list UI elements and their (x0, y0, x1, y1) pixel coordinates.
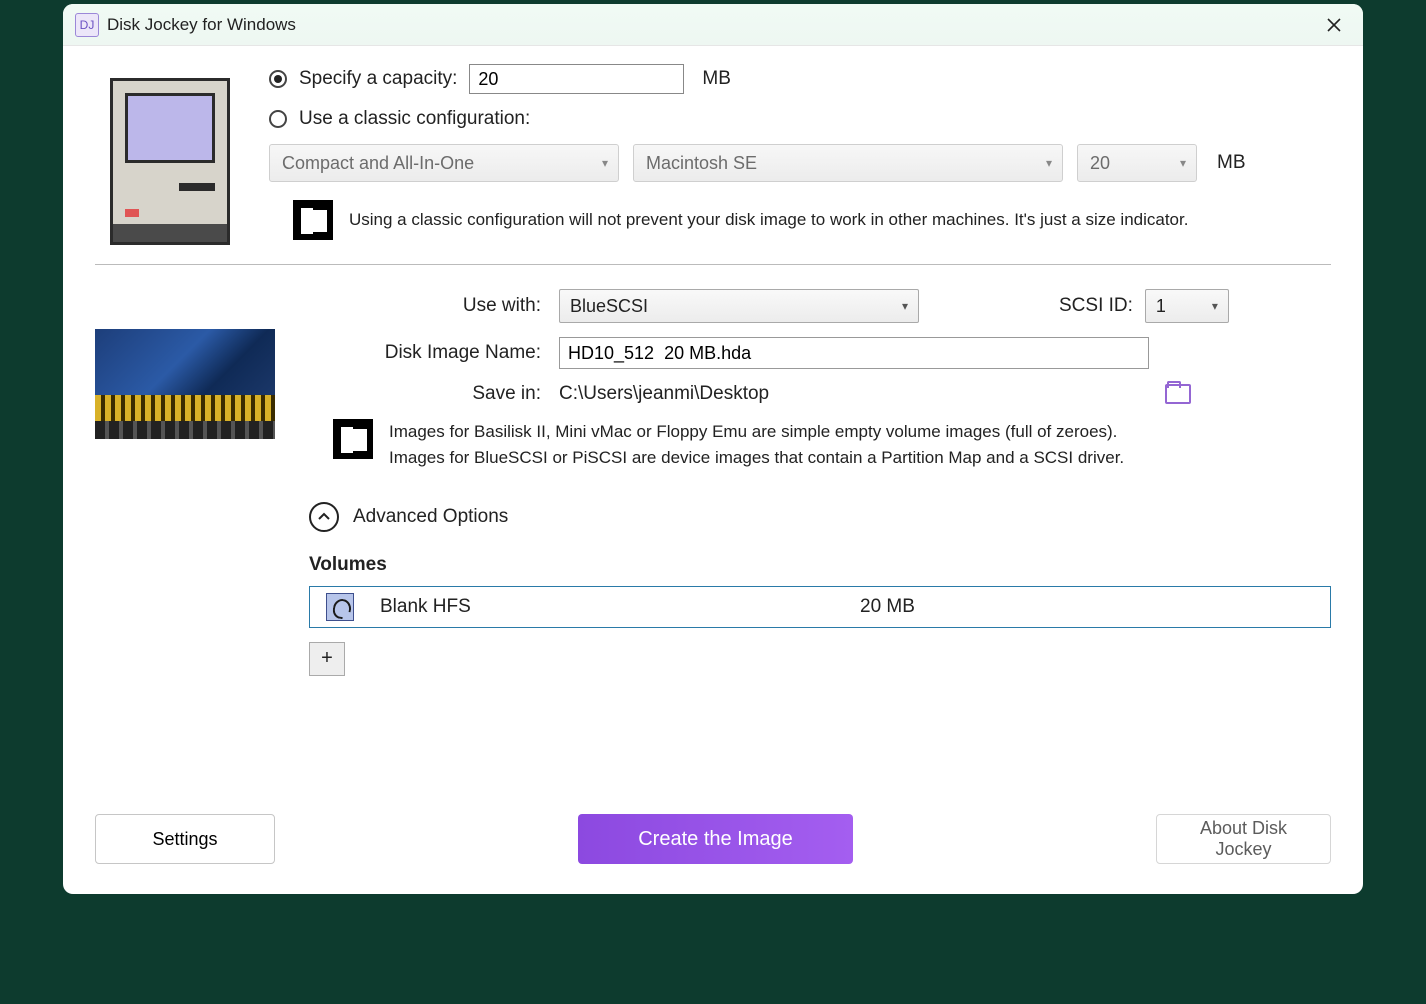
imagename-input[interactable] (559, 337, 1149, 369)
capacity-input[interactable] (469, 64, 684, 94)
classic-info-text: Using a classic configuration will not p… (349, 207, 1188, 233)
titlebar: DJ Disk Jockey for Windows (63, 4, 1363, 46)
specify-capacity-label: Specify a capacity: (299, 68, 457, 90)
close-icon (1326, 17, 1342, 33)
classic-model-value: Macintosh SE (646, 153, 757, 174)
volume-size: 20 MB (860, 596, 915, 618)
separator (95, 264, 1331, 265)
browse-folder-button[interactable] (1165, 384, 1191, 404)
finder-icon (326, 593, 354, 621)
image-type-info: Images for Basilisk II, Mini vMac or Flo… (389, 419, 1124, 472)
usewith-value: BlueSCSI (570, 296, 648, 317)
classic-category-value: Compact and All-In-One (282, 153, 474, 174)
chevron-down-icon: ▾ (602, 156, 608, 170)
volumes-table: Blank HFS 20 MB (309, 586, 1331, 628)
close-button[interactable] (1317, 8, 1351, 42)
capacity-unit: MB (702, 68, 731, 90)
app-icon: DJ (75, 13, 99, 37)
about-button[interactable]: About Disk Jockey (1156, 814, 1331, 864)
classic-mac-illustration (95, 64, 245, 240)
volume-row[interactable]: Blank HFS 20 MB (310, 587, 1330, 627)
chevron-down-icon: ▾ (1212, 299, 1218, 313)
classic-model-dropdown[interactable]: Macintosh SE ▾ (633, 144, 1063, 182)
imagename-label: Disk Image Name: (309, 342, 559, 364)
scsi-id-value: 1 (1156, 296, 1166, 317)
bluescsi-illustration (95, 285, 285, 676)
advanced-options-toggle[interactable]: Advanced Options (309, 502, 1331, 532)
classic-size-unit: MB (1217, 152, 1246, 174)
info-icon (293, 200, 333, 240)
radio-classic-config[interactable] (269, 110, 287, 128)
chevron-down-icon: ▾ (1180, 156, 1186, 170)
scsi-id-dropdown[interactable]: 1 ▾ (1145, 289, 1229, 323)
usewith-dropdown[interactable]: BlueSCSI ▾ (559, 289, 919, 323)
classic-size-value: 20 (1090, 153, 1110, 174)
app-window: DJ Disk Jockey for Windows S (63, 4, 1363, 894)
scsi-id-label: SCSI ID: (1059, 295, 1133, 317)
radio-specify-capacity[interactable] (269, 70, 287, 88)
usewith-label: Use with: (309, 295, 559, 317)
chevron-down-icon: ▾ (1046, 156, 1052, 170)
window-title: Disk Jockey for Windows (107, 15, 296, 35)
volumes-heading: Volumes (309, 554, 1331, 576)
info-icon (333, 419, 373, 459)
classic-config-label: Use a classic configuration: (299, 108, 530, 130)
advanced-options-label: Advanced Options (353, 506, 508, 528)
volume-name: Blank HFS (380, 596, 860, 618)
chevron-down-icon: ▾ (902, 299, 908, 313)
create-image-button[interactable]: Create the Image (578, 814, 853, 864)
savein-label: Save in: (309, 383, 559, 405)
classic-category-dropdown[interactable]: Compact and All-In-One ▾ (269, 144, 619, 182)
classic-size-dropdown[interactable]: 20 ▾ (1077, 144, 1197, 182)
chevron-up-icon (309, 502, 339, 532)
settings-button[interactable]: Settings (95, 814, 275, 864)
savein-path: C:\Users\jeanmi\Desktop (559, 383, 769, 405)
add-volume-button[interactable]: + (309, 642, 345, 676)
